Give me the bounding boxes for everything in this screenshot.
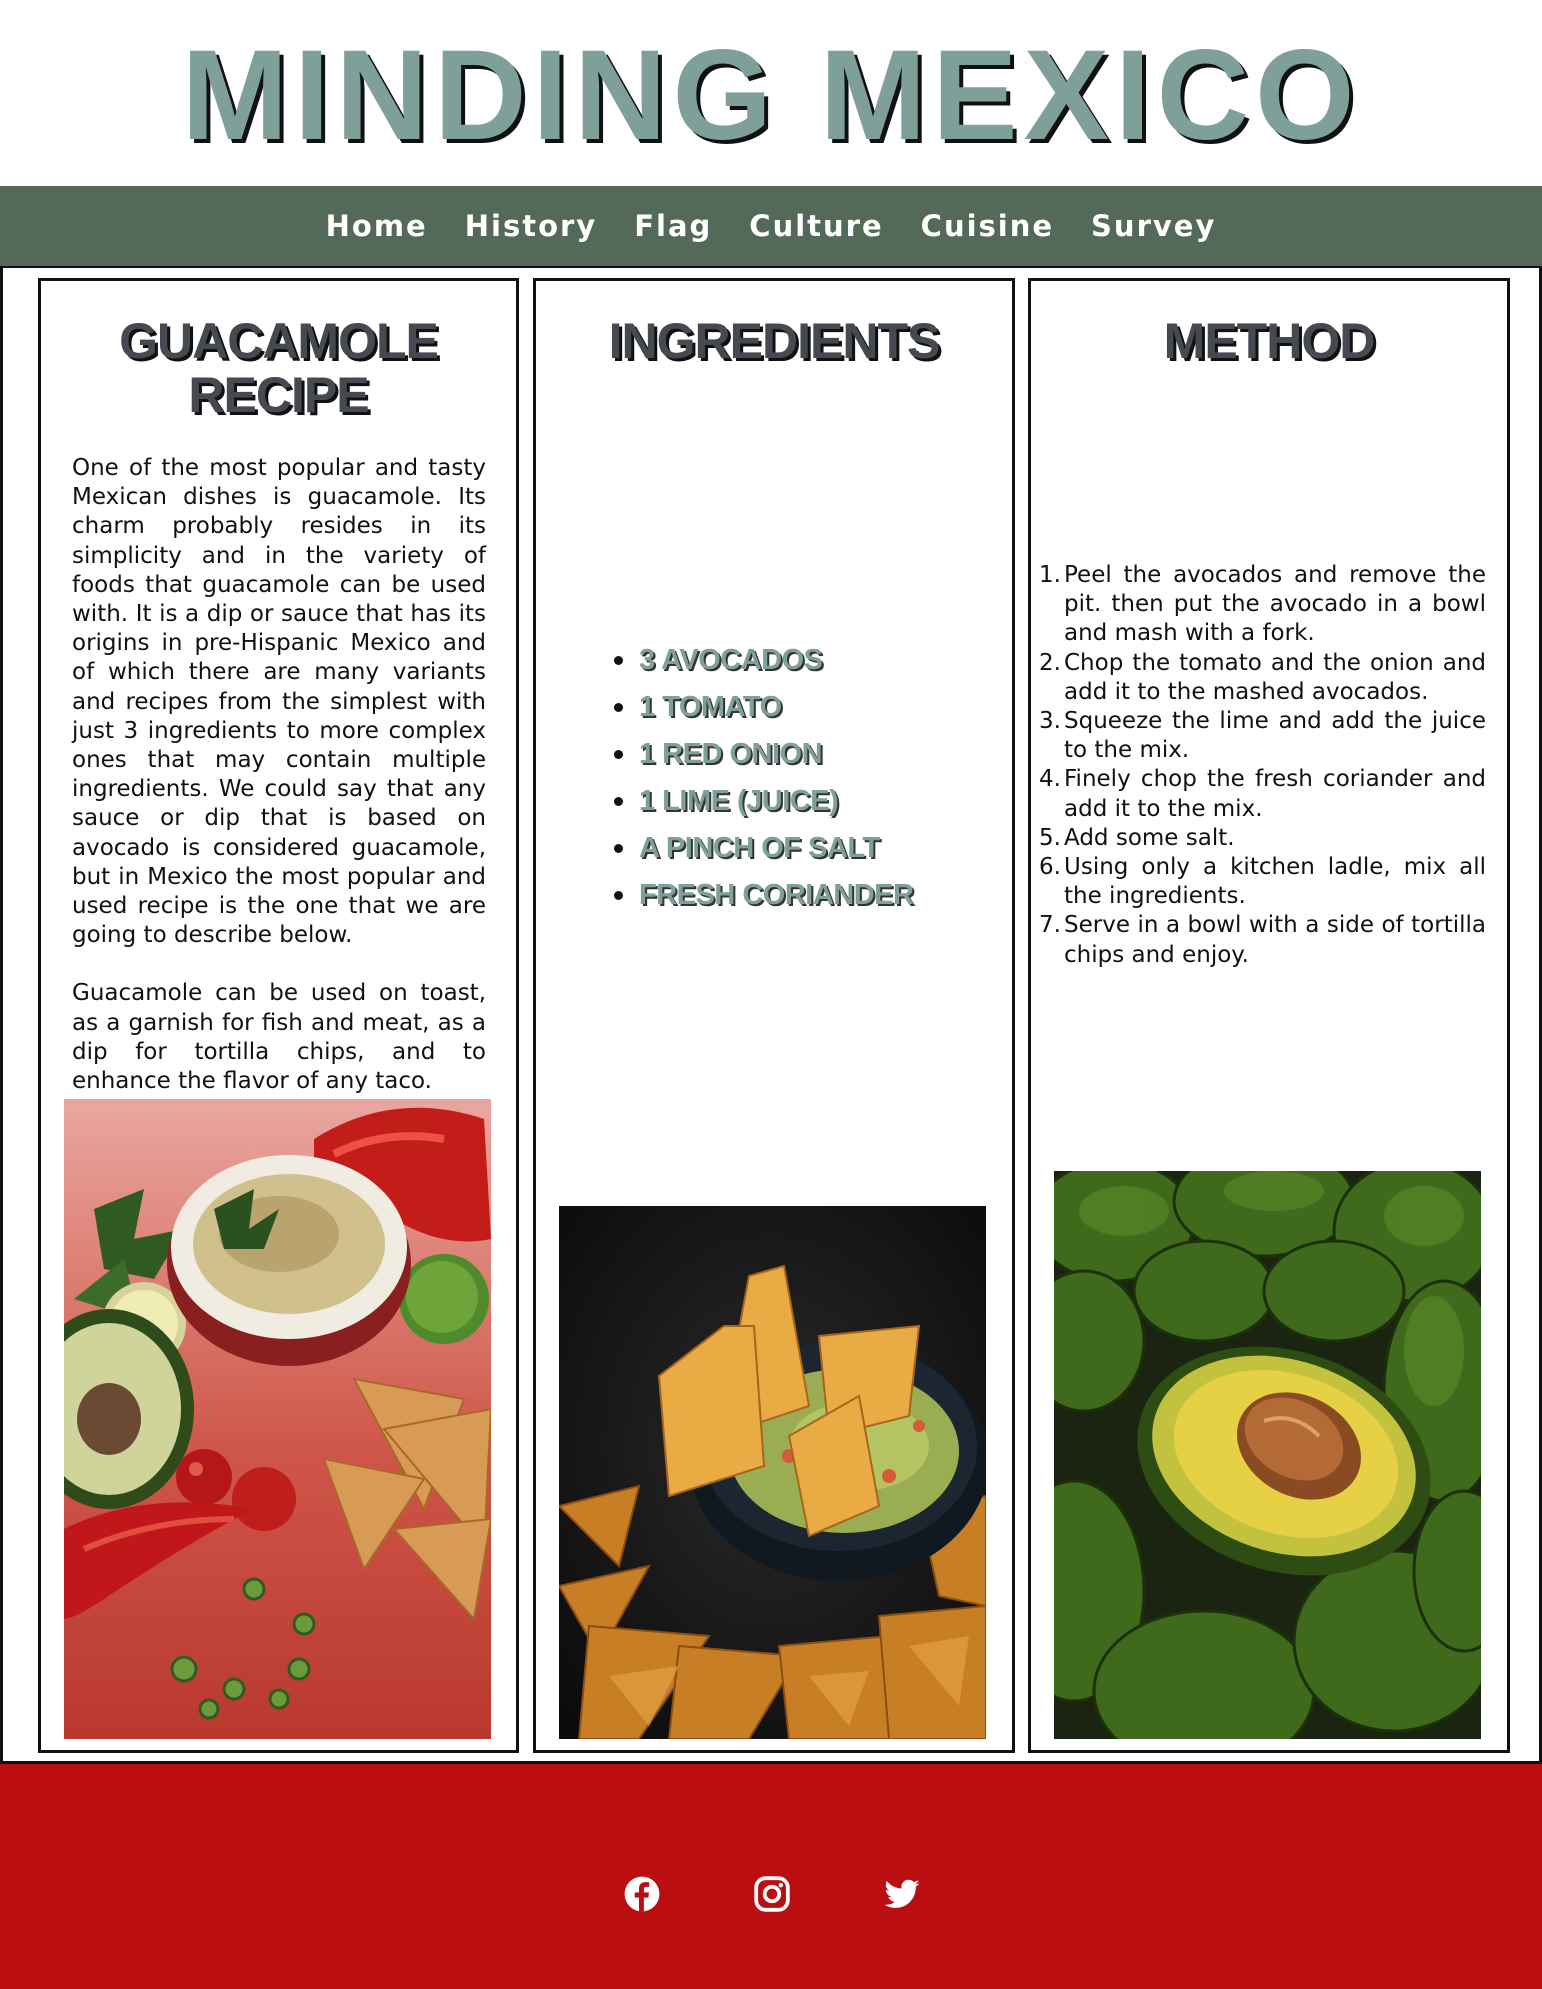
method-steps-list: 1. Peel the avocados and remove the pit. … — [1039, 561, 1486, 970]
method-step: 6. Using only a kitchen ladle, mix all th… — [1039, 853, 1486, 911]
recipe-column: GUACAMOLE RECIPE One of the most popular… — [38, 278, 519, 1753]
facebook-glyph — [624, 1876, 660, 1912]
step-number: 2. — [1039, 649, 1061, 676]
nav-home[interactable]: Home — [326, 209, 428, 243]
ingredient-item: A PINCH OF SALT — [614, 825, 913, 872]
ingredients-list: 3 AVOCADOS 1 TOMATO 1 RED ONION 1 LIME (… — [614, 637, 914, 919]
twitter-glyph — [884, 1879, 920, 1908]
recipe-uses-paragraph: Guacamole can be used on toast, as a gar… — [72, 980, 486, 1095]
step-text: Squeeze the lime and add the juice to th… — [1064, 708, 1486, 764]
site-footer — [0, 1764, 1542, 1989]
recipe-intro-paragraph: One of the most popular and tasty Mexica… — [72, 455, 486, 949]
method-step: 3. Squeeze the lime and add the juice to … — [1039, 707, 1486, 765]
facebook-icon[interactable] — [623, 1875, 661, 1913]
nav-cuisine[interactable]: Cuisine — [921, 209, 1054, 243]
ingredient-item: FRESH CORIANDER — [614, 872, 914, 919]
method-step: 5. Add some salt. — [1039, 824, 1486, 853]
recipe-title: GUACAMOLE RECIPE — [41, 314, 516, 422]
site-header: MINDING MEXICO — [0, 0, 1542, 186]
guacamole-bowl-illustration — [64, 1099, 491, 1739]
step-number: 4. — [1039, 766, 1061, 793]
ingredient-item: 3 AVOCADOS — [614, 637, 913, 684]
ingredients-column: INGREDIENTS 3 AVOCADOS 1 TOMATO 1 RED ON… — [533, 278, 1015, 1753]
avocado-illustration — [1054, 1171, 1481, 1739]
method-step: 1. Peel the avocados and remove the pit. … — [1039, 561, 1486, 649]
ingredient-item: 1 RED ONION — [614, 731, 913, 778]
guacamole-chips-illustration — [559, 1206, 986, 1739]
site-title: MINDING MEXICO — [181, 24, 1361, 167]
avocado-image — [1054, 1171, 1481, 1739]
nav-flag[interactable]: Flag — [634, 209, 712, 243]
step-number: 1. — [1039, 562, 1061, 588]
step-text: Finely chop the fresh coriander and add … — [1064, 766, 1486, 822]
step-number: 6. — [1039, 854, 1061, 881]
ingredients-title: INGREDIENTS — [608, 313, 941, 369]
step-text: Chop the tomato and the onion and add it… — [1064, 649, 1486, 705]
method-title: METHOD — [1163, 313, 1376, 369]
method-step: 2. Chop the tomato and the onion and add … — [1039, 649, 1486, 707]
step-text: Serve in a bowl with a side of tortilla … — [1064, 912, 1486, 968]
guacamole-bowl-image — [64, 1099, 491, 1739]
nav-survey[interactable]: Survey — [1091, 209, 1216, 243]
main-nav: Home History Flag Culture Cuisine Survey — [0, 186, 1542, 266]
step-number: 5. — [1039, 824, 1061, 851]
method-step: 4. Finely chop the fresh coriander and ad… — [1039, 765, 1486, 823]
recipe-title-line1: GUACAMOLE — [119, 313, 439, 369]
guacamole-chips-image — [559, 1206, 986, 1739]
ingredient-item: 1 TOMATO — [614, 684, 913, 731]
step-text: Using only a kitchen ladle, mix all the … — [1064, 854, 1486, 910]
twitter-icon[interactable] — [883, 1875, 921, 1913]
step-text: Peel the avocados and remove the pit. th… — [1064, 562, 1486, 647]
nav-history[interactable]: History — [465, 209, 597, 243]
step-number: 7. — [1039, 912, 1061, 939]
instagram-glyph — [754, 1876, 790, 1912]
main-content: GUACAMOLE RECIPE One of the most popular… — [0, 266, 1542, 1764]
nav-culture[interactable]: Culture — [749, 209, 883, 243]
method-step: 7. Serve in a bowl with a side of tortill… — [1039, 911, 1486, 969]
instagram-icon[interactable] — [753, 1875, 791, 1913]
method-column: METHOD 1. Peel the avocados and remove th… — [1028, 278, 1510, 1753]
ingredient-item: 1 LIME (JUICE) — [614, 778, 913, 825]
step-number: 3. — [1039, 708, 1061, 735]
recipe-title-line2: RECIPE — [188, 367, 369, 423]
step-text: Add some salt. — [1064, 824, 1235, 851]
